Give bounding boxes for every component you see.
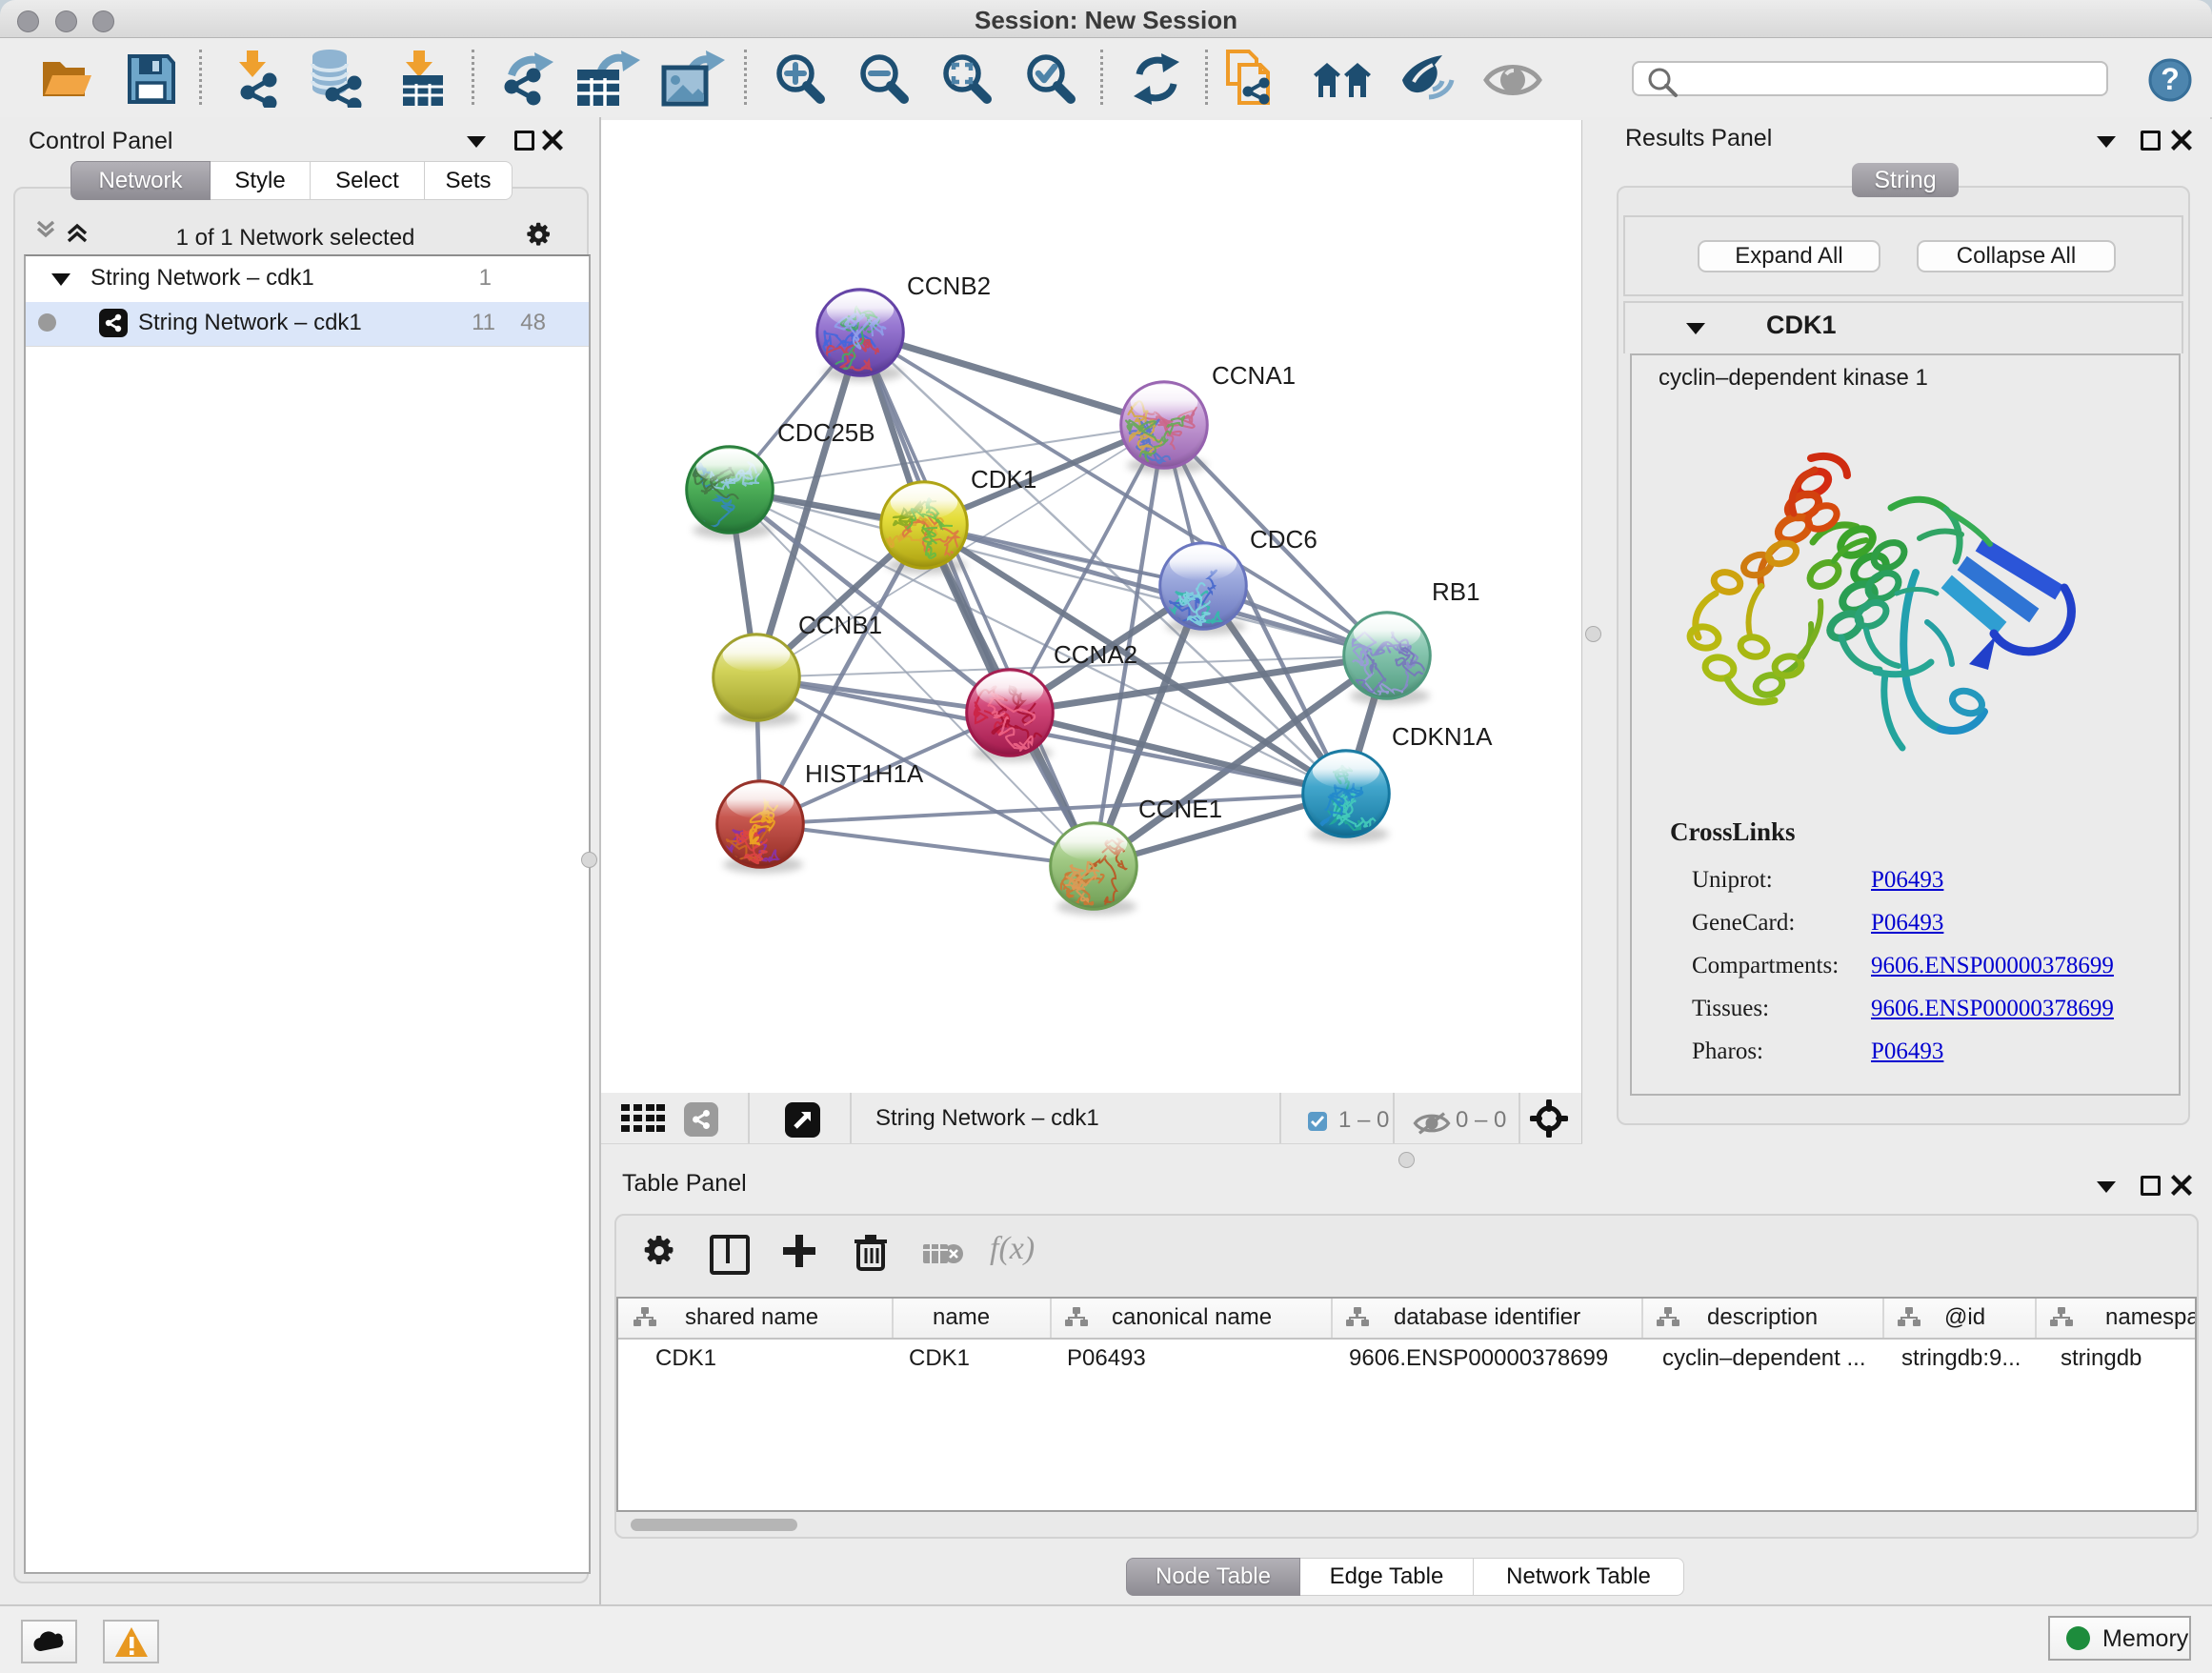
svg-text:CDC6: CDC6 bbox=[1250, 525, 1317, 554]
svg-text:CCNB2: CCNB2 bbox=[907, 272, 991, 300]
svg-text:CCNA2: CCNA2 bbox=[1054, 640, 1137, 669]
svg-text:CDKN1A: CDKN1A bbox=[1392, 722, 1493, 751]
svg-text:CDC25B: CDC25B bbox=[777, 418, 875, 447]
svg-text:HIST1H1A: HIST1H1A bbox=[805, 759, 924, 788]
svg-text:CCNE1: CCNE1 bbox=[1138, 795, 1222, 823]
svg-text:RB1: RB1 bbox=[1432, 577, 1480, 606]
svg-text:CCNB1: CCNB1 bbox=[798, 611, 882, 639]
svg-text:CDK1: CDK1 bbox=[971, 465, 1036, 494]
svg-text:?: ? bbox=[2161, 62, 2180, 96]
svg-text:CCNA1: CCNA1 bbox=[1212, 361, 1296, 390]
